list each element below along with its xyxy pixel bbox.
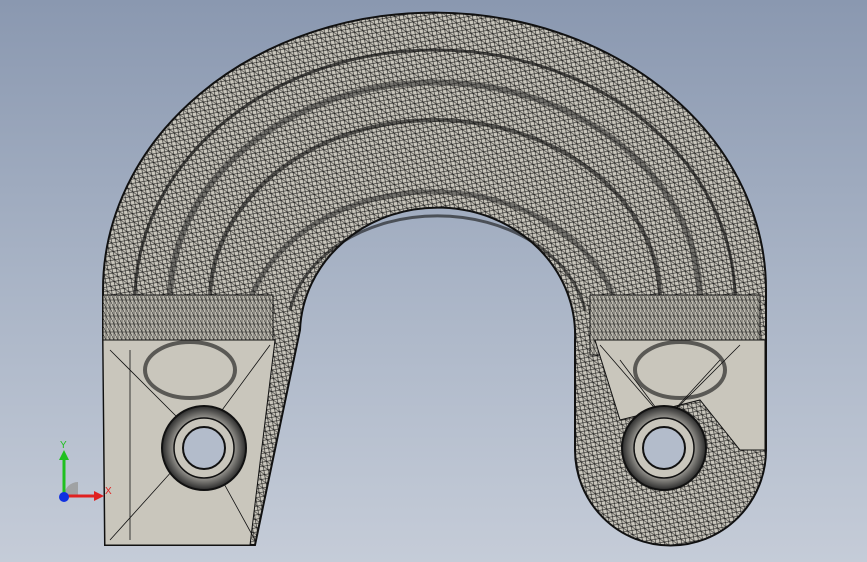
right-mount-hole[interactable] [621, 405, 707, 491]
x-axis-label: X [105, 486, 112, 497]
graphics-viewport[interactable]: Y X [0, 0, 867, 562]
left-mount-hole[interactable] [161, 405, 247, 491]
z-axis-dot [59, 492, 69, 502]
coordinate-triad: Y X [59, 440, 112, 502]
mesh-model[interactable] [0, 0, 867, 562]
y-axis-label: Y [60, 440, 67, 451]
